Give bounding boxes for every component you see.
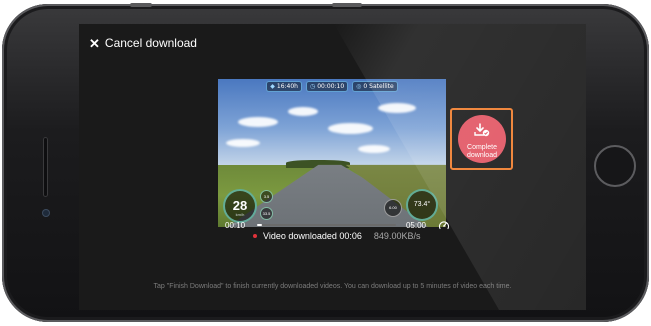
- cloud: [226, 139, 260, 147]
- hud-top-bar: ◆ 16:40h ◷ 00:00:10 ◎ 0 Satellite: [218, 81, 446, 92]
- power-button: [332, 3, 362, 7]
- phone-frame: ✕ Cancel download ◆ 16:40h ◷ 00:00:10 ◎ …: [2, 3, 649, 322]
- speed-value: 28: [232, 198, 248, 213]
- speed-unit: km/h: [235, 212, 245, 217]
- earpiece-speaker: [43, 137, 48, 197]
- video-preview: ◆ 16:40h ◷ 00:00:10 ◎ 0 Satellite 28 km/…: [218, 79, 446, 227]
- close-icon: ✕: [89, 35, 100, 51]
- hud-duration-chip: ◷ 00:00:10: [305, 81, 349, 92]
- status-text: Video downloaded 00:06: [263, 231, 362, 241]
- download-check-icon: [474, 123, 490, 137]
- satellite-icon: ◎: [356, 83, 362, 90]
- mini-dial: 3.5: [260, 190, 273, 203]
- footer-hint: Tap "Finish Download" to finish currentl…: [153, 283, 512, 290]
- hud-time-chip: ◆ 16:40h: [266, 81, 302, 92]
- altitude-gauge: 6.00: [384, 199, 402, 217]
- total-time: 05:00: [405, 220, 426, 230]
- cloud: [378, 103, 416, 113]
- clock-icon: ◷: [309, 83, 316, 90]
- heading-gauge: 73.4°: [406, 189, 438, 221]
- home-button[interactable]: [594, 145, 636, 187]
- cancel-download-label: Cancel download: [104, 36, 197, 50]
- hud-gps-chip: ◎ 0 Satellite: [352, 81, 398, 92]
- cloud: [288, 107, 318, 116]
- progress-row: 00:10 05:00: [225, 218, 450, 232]
- app-screen: ✕ Cancel download ◆ 16:40h ◷ 00:00:10 ◎ …: [79, 24, 586, 310]
- complete-download-button[interactable]: Complete download: [458, 115, 506, 163]
- download-rate: 849.00KB/s: [373, 231, 421, 241]
- current-time: 00:10: [225, 220, 246, 230]
- complete-download-label-1: Complete: [467, 144, 497, 151]
- cloud: [358, 145, 390, 153]
- speedometer-icon[interactable]: [438, 219, 450, 231]
- progress-fill: [257, 224, 262, 226]
- cloud: [238, 117, 278, 127]
- complete-download-highlight[interactable]: Complete download: [450, 108, 513, 170]
- progress-bar[interactable]: [257, 224, 396, 226]
- front-camera: [42, 209, 50, 217]
- download-status: Video downloaded 00:06 849.00KB/s: [253, 231, 420, 241]
- volume-button: [130, 3, 152, 7]
- cloud: [328, 123, 373, 134]
- cancel-download-button[interactable]: ✕ Cancel download: [89, 36, 197, 50]
- complete-download-label-2: download: [467, 152, 497, 159]
- recording-dot: [253, 234, 257, 238]
- car-icon: ◆: [270, 83, 275, 90]
